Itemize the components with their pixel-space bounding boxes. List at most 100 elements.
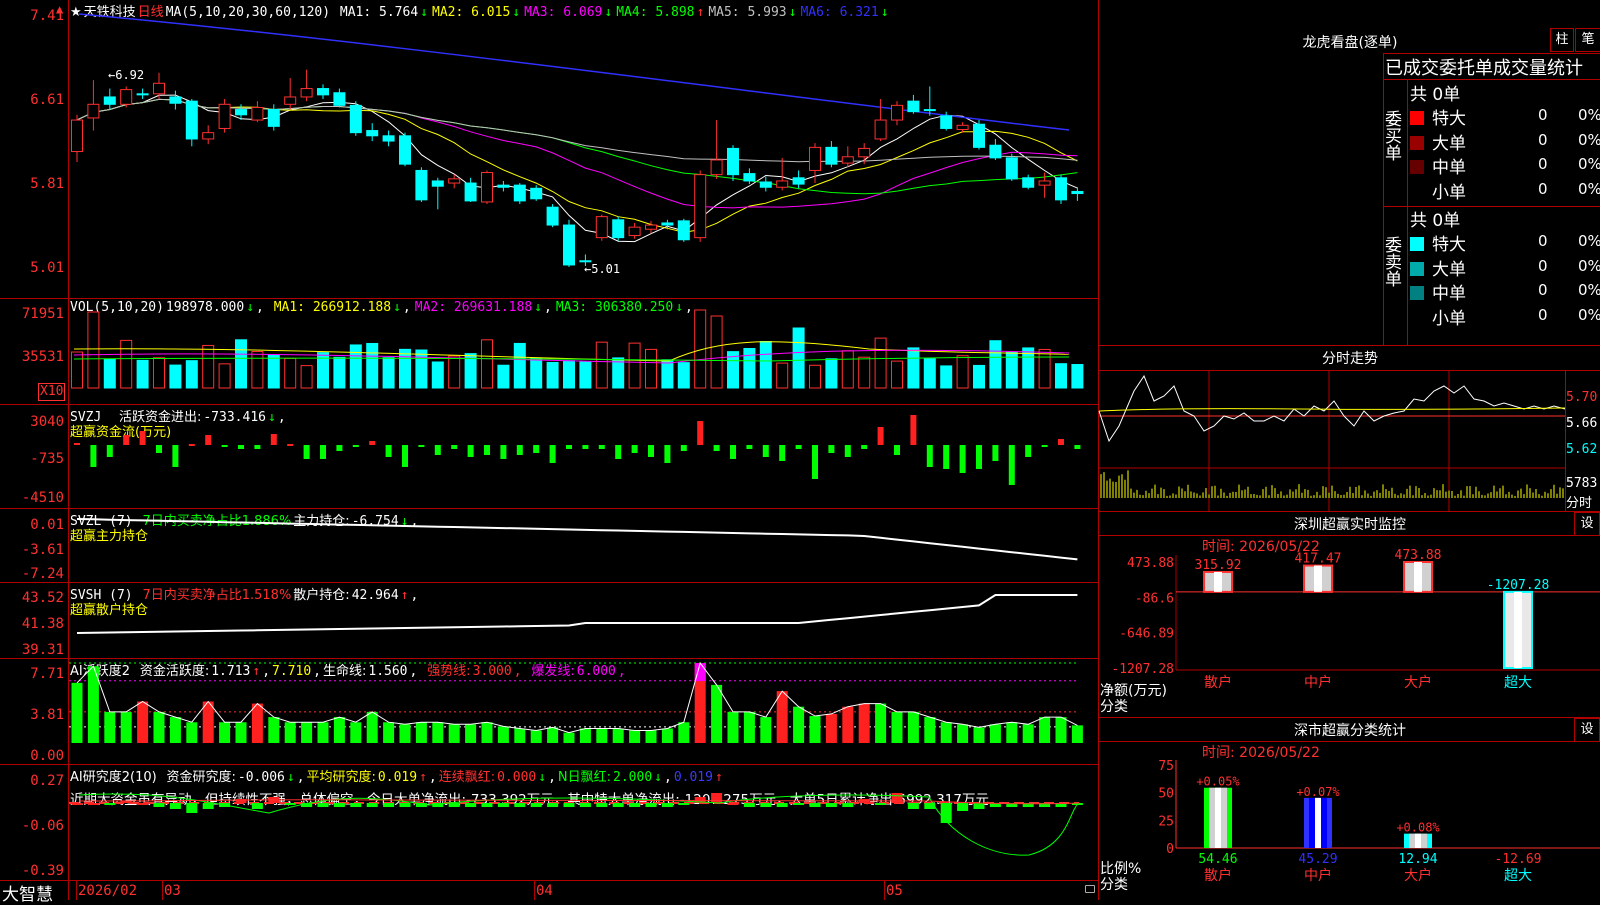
svzj-bar [1058,439,1064,445]
monitor-bar-shine [1514,591,1522,668]
volume-bar [349,344,362,389]
research-bar [891,793,903,803]
monitor-xlabel: 分类 [1100,699,1128,715]
candle [874,119,887,140]
monitor-ytick: -646.89 [1119,627,1174,642]
research-bar [661,803,673,807]
ai-bar [629,730,641,743]
research-bar [875,803,887,805]
monitor-settings-button[interactable]: 设 [1574,512,1600,536]
candle [645,224,657,230]
classify-category: 大户 [1404,867,1432,884]
classify-ytick: 75 [1158,759,1174,774]
ai-bar [169,717,181,743]
ai-bar [235,722,247,743]
ai-bar [301,722,313,743]
candle [317,88,329,96]
ai-bar [842,706,854,743]
ai-bar [448,724,460,743]
kline-chart[interactable] [69,0,1098,298]
research-bar [333,803,345,807]
intraday-chart[interactable] [1098,371,1566,511]
ai-research-ytick: 0.27 [30,773,64,789]
ai-bar [973,727,985,743]
classify-ytick: 25 [1158,814,1174,829]
candle [284,96,297,105]
candle [481,172,493,203]
sell-total: 共 0单 [1410,211,1461,231]
volume-bar [645,348,657,389]
classify-settings-button[interactable]: 设 [1574,718,1600,742]
research-bar [924,803,936,809]
research-bar [465,803,477,807]
classify-category: 散户 [1204,867,1232,884]
intraday-ytick: 5.66 [1566,416,1598,431]
svsh-ytick: 41.38 [21,616,64,632]
classify-pct: 45.29 [1298,852,1337,867]
svzj-chart[interactable] [69,405,1098,508]
svzj-bar [1074,445,1081,449]
stat-label: 特大 [1432,235,1466,255]
stat-row: 中单 [1410,153,1466,178]
candle [743,173,756,182]
time-label: 2026/02 [78,883,138,899]
svzj-bar [746,445,753,449]
svzj-bar [844,445,851,457]
research-bar [317,803,329,807]
candle [513,184,526,202]
time-tick [162,880,163,900]
research-bar [727,803,739,805]
volume-bar [546,361,559,389]
volume-bar [169,364,182,389]
svzj-bar [516,445,523,455]
svsh-ytick: 39.31 [21,642,64,658]
classify-bar-chart[interactable]: 75 50 25 0 +0.05% 54.46散户 +0.07% 45.29中户 +0.08% 1… [1098,759,1600,900]
volume-bar [973,364,985,389]
volume-bar [202,344,215,389]
svzj-bar [418,445,425,447]
volume-bar [792,327,805,389]
lock-icon[interactable] [1085,885,1095,893]
candle [448,178,461,184]
svzl-chart[interactable] [69,509,1098,582]
svzj-bar [74,443,80,445]
volume-bar [1055,363,1067,389]
monitor-category: 大户 [1404,674,1432,691]
time-label: 04 [536,883,553,899]
candle [202,132,215,140]
candle [136,93,149,96]
volume-bar [300,365,313,389]
candle [349,104,362,134]
brand-logo[interactable]: 大智慧 [2,880,53,905]
lhb-title: 龙虎看盘(逐单) [1302,35,1398,51]
volume-bar [120,339,133,389]
volume-bar [103,358,116,389]
volume-chart[interactable] [69,299,1098,404]
svzj-bar [582,445,589,449]
svzj-bar [730,445,736,459]
volume-bar [1071,364,1084,389]
svzj-bar [270,434,277,445]
research-bar [169,803,181,809]
svzj-bar [385,445,392,457]
volume-bar [284,357,297,389]
volume-bar [563,360,575,389]
research-bar [71,803,83,805]
color-swatch [1410,261,1424,276]
svzj-bar [697,421,704,445]
svzj-bar [106,445,113,457]
color-swatch [1410,111,1424,125]
tick-mode-button[interactable]: 笔 [1575,28,1600,52]
kline-scroll-up-arrow[interactable]: ▲ [56,2,63,16]
volume-bar [923,358,936,389]
svsh-chart[interactable] [69,583,1098,658]
monitor-bar-chart[interactable]: 473.88 -86.6 -646.89 -1207.28 315.92 散户 417.47… [1098,548,1600,720]
research-bar [547,803,559,807]
ai-active-chart[interactable] [69,659,1098,764]
volume-bar [448,355,461,389]
volume-bar [513,342,526,389]
kline-ytick: 6.61 [30,92,64,108]
ai-research-chart[interactable] [69,765,1098,880]
bar-mode-button[interactable]: 柱 [1550,28,1574,52]
stat-label: 大单 [1432,133,1466,154]
